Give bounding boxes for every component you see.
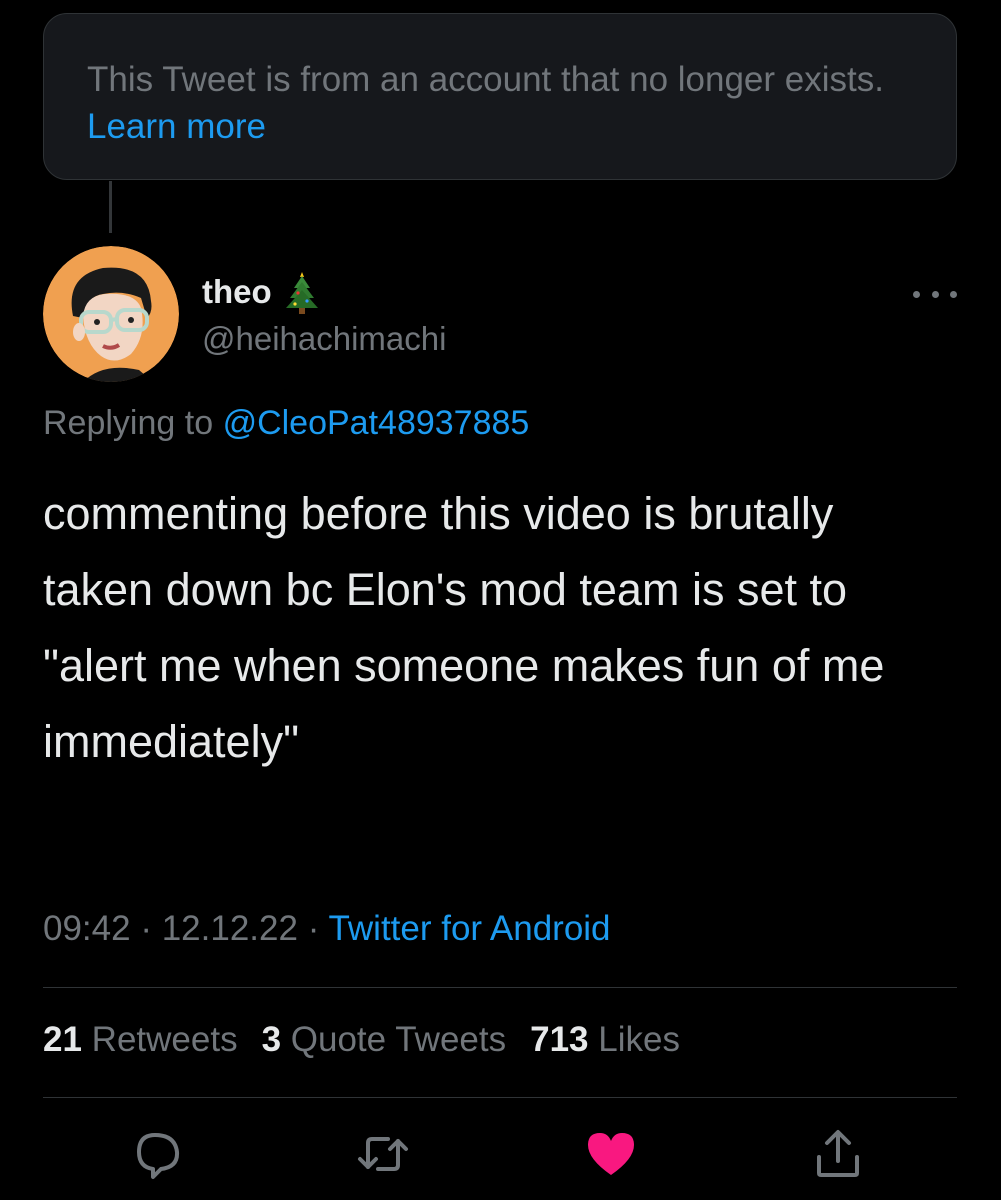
divider [43,987,957,988]
notice-text: This Tweet is from an account that no lo… [87,60,884,99]
likes-count: 713 [530,1020,589,1059]
tweet-stats: 21 Retweets 3 Quote Tweets 713 Likes [43,1020,680,1060]
retweets-label: Retweets [91,1020,238,1059]
tweet-time[interactable]: 09:42 [43,909,131,948]
tweet-date[interactable]: 12.12.22 [162,909,298,948]
quotes-count: 3 [261,1020,282,1059]
dot [950,290,957,298]
dot [931,290,939,298]
more-options-icon[interactable] [913,284,957,304]
action-bar [0,1127,1001,1181]
tweet-text: commenting before this video is brutally… [43,488,885,767]
tweet-metadata: 09:42 · 12.12.22 · Twitter for Android [43,909,611,949]
likes-label: Likes [598,1020,680,1059]
dot [913,290,920,298]
author-name-row[interactable]: theo [202,268,320,316]
retweets-count: 21 [43,1020,82,1059]
learn-more-link[interactable]: Learn more [87,107,266,146]
likes-stat[interactable]: 713 Likes [530,1020,680,1060]
tweet-source-link[interactable]: Twitter for Android [328,909,610,948]
deleted-account-notice: This Tweet is from an account that no lo… [43,13,957,180]
christmas-tree-icon [284,268,320,316]
retweets-stat[interactable]: 21 Retweets [43,1020,238,1060]
heart-icon-filled[interactable] [584,1127,638,1181]
reply-icon[interactable] [131,1127,185,1181]
replying-label: Replying to [43,404,214,442]
thread-connector-line [109,181,112,233]
divider [43,1097,957,1098]
author-name[interactable]: theo [202,273,272,311]
quotes-label: Quote Tweets [290,1020,507,1059]
quotes-stat[interactable]: 3 Quote Tweets [262,1020,507,1060]
separator: · [307,909,320,948]
share-icon[interactable] [811,1127,865,1181]
replying-to-mention[interactable]: @CleoPat48937885 [223,404,530,442]
replying-to-line: Replying to @CleoPat48937885 [43,404,529,443]
avatar[interactable] [43,246,179,382]
retweet-icon[interactable] [356,1127,410,1181]
separator: · [140,909,152,948]
author-handle[interactable]: @heihachimachi [202,320,446,358]
